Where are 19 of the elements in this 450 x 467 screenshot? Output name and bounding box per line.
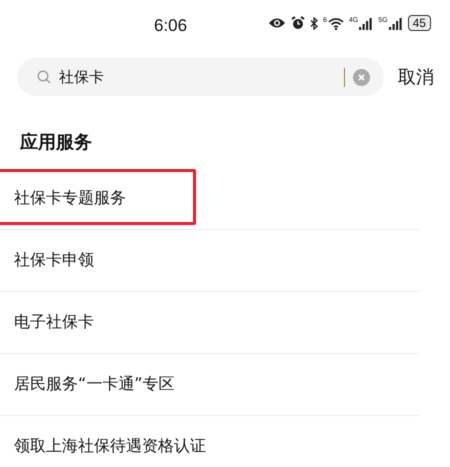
cancel-button[interactable]: 取消: [398, 65, 434, 89]
clear-icon[interactable]: [353, 68, 370, 86]
eye-icon: [268, 17, 286, 29]
bluetooth-icon: [310, 16, 318, 30]
search-icon: [37, 70, 51, 84]
result-item[interactable]: 居民服务“一卡通”专区: [14, 374, 175, 395]
result-item[interactable]: 社保卡专题服务: [14, 188, 126, 209]
alarm-icon: [291, 16, 305, 30]
section-heading: 应用服务: [20, 131, 92, 154]
signal-icon: [359, 16, 374, 30]
search-field[interactable]: 社保卡: [17, 58, 384, 96]
result-item[interactable]: 电子社保卡: [14, 312, 94, 333]
battery-level: 45: [408, 15, 431, 31]
result-item[interactable]: 领取上海社保待遇资格认证: [14, 436, 206, 457]
search-text: 社保卡: [59, 68, 345, 86]
wifi-icon: [328, 16, 344, 30]
clock-time: 6:06: [154, 16, 188, 36]
signal-icon: [388, 16, 403, 30]
result-item[interactable]: 社保卡申领: [14, 250, 94, 271]
